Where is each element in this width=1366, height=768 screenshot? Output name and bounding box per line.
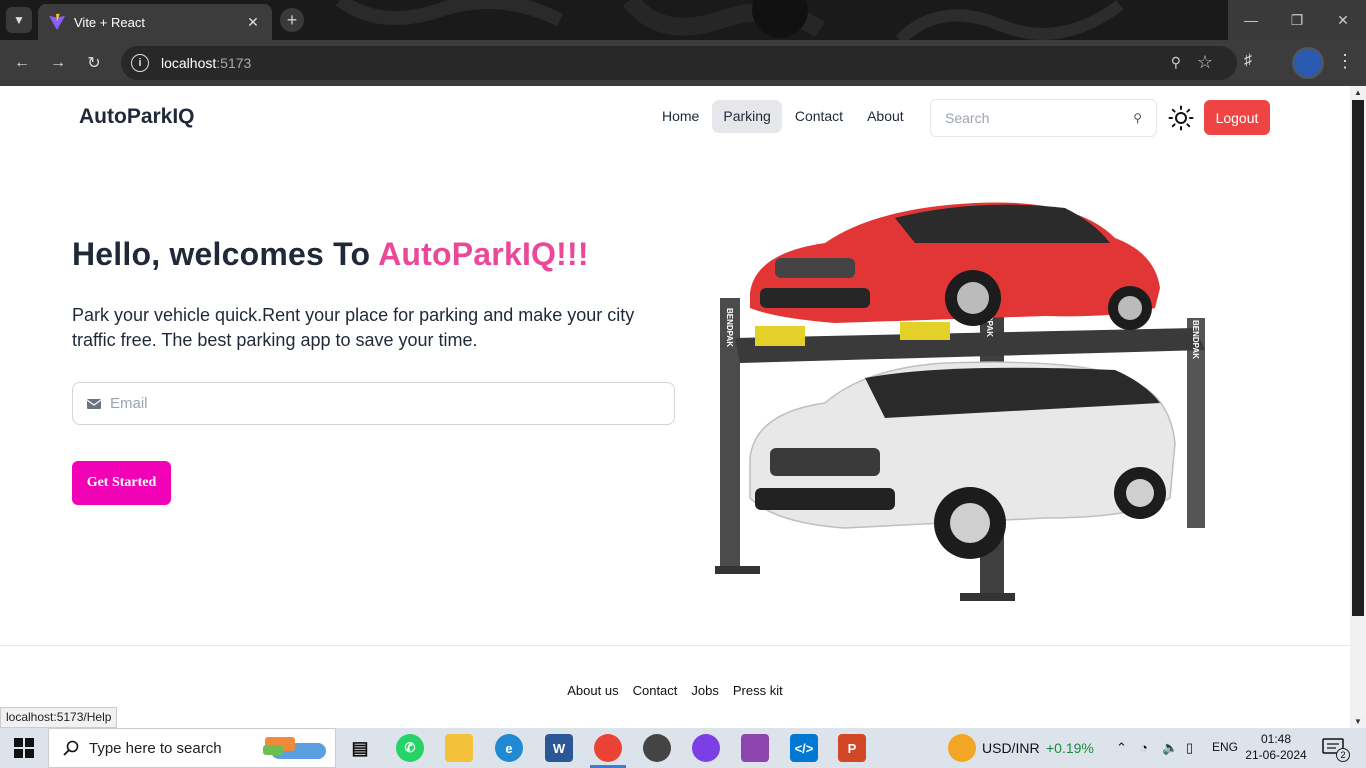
reload-button[interactable]: ↻ [82,51,106,75]
browser-tab[interactable]: Vite + React ✕ [38,4,272,40]
address-bar[interactable]: i localhost:5173 ⚲ ☆ [121,46,1237,80]
bookmark-star-icon[interactable]: ☆ [1197,52,1213,73]
forward-button[interactable]: → [46,51,70,75]
wifi-icon[interactable]: ◔ [1140,740,1148,755]
search-icon [63,740,79,756]
vscode-icon[interactable]: </> [790,734,818,762]
taskbar-search-placeholder: Type here to search [89,739,222,757]
theme-toggle-sun-icon[interactable] [1168,105,1194,131]
windows-start-icon[interactable] [14,738,34,758]
battery-icon[interactable]: ▯ [1186,740,1193,756]
email-field-wrapper [72,382,675,425]
system-clock[interactable]: 01:48 21-06-2024 [1244,731,1308,763]
task-view-icon[interactable]: ▤ [346,734,374,762]
web-page: AutoParkIQ Home Parking Contact About ⚲ … [0,86,1350,728]
whatsapp-icon[interactable]: ✆ [396,734,424,762]
footer-links: About us Contact Jobs Press kit [0,683,1350,698]
search-input[interactable] [945,110,1134,126]
scrollbar-thumb[interactable] [1352,100,1364,616]
word-icon[interactable]: W [545,734,573,762]
footer-contact[interactable]: Contact [633,683,678,698]
audacity-icon[interactable] [692,734,720,762]
back-button[interactable]: ← [10,51,34,75]
search-icon[interactable]: ⚲ [1133,111,1142,125]
clipchamp-icon[interactable] [741,734,769,762]
profile-avatar[interactable] [1292,47,1324,79]
powerpoint-icon[interactable]: P [838,734,866,762]
ticker-change: +0.19% [1046,740,1094,756]
close-tab-icon[interactable]: ✕ [244,14,262,31]
restore-button[interactable]: ❐ [1274,0,1320,40]
main-nav: Home Parking Contact About [651,100,915,133]
clock-date: 21-06-2024 [1245,748,1307,762]
volume-icon[interactable]: 🔈 [1162,740,1178,756]
hero-title-prefix: Hello, welcomes To [72,236,371,272]
footer-press-kit[interactable]: Press kit [733,683,783,698]
hero-title-accent: AutoParkIQ!!! [378,236,589,272]
footer-about-us[interactable]: About us [567,683,618,698]
stock-ticker-icon [948,734,976,762]
get-started-button[interactable]: Get Started [72,461,171,505]
zoom-icon[interactable]: ⚲ [1171,54,1181,71]
search-box: ⚲ [930,99,1157,137]
browser-toolbar: ← → ↻ i localhost:5173 ⚲ ☆ ♯ ⋮ [0,40,1366,86]
clock-time: 01:48 [1260,732,1292,746]
site-info-icon[interactable]: i [131,54,149,72]
url-port: :5173 [216,55,252,71]
brand-logo[interactable]: AutoParkIQ [79,105,195,129]
chevron-up-icon[interactable]: ⌃ [1116,740,1127,756]
taskbar-search[interactable]: Type here to search [48,728,336,768]
link-status-tooltip: localhost:5173/Help [0,707,118,728]
tab-title: Vite + React [74,14,145,30]
envelope-icon [87,398,101,409]
new-tab-button[interactable]: + [280,8,304,32]
lift-brand-right: BENDPAK [1191,320,1200,359]
page-scrollbar[interactable]: ▲ ▼ [1350,86,1366,728]
close-window-button[interactable]: ✕ [1320,0,1366,40]
vite-icon [48,13,66,31]
nav-parking[interactable]: Parking [712,100,782,133]
hero-title: Hello, welcomes To AutoParkIQ!!! [72,236,589,273]
email-field[interactable] [110,395,674,412]
footer-divider [0,645,1350,646]
footer-jobs[interactable]: Jobs [691,683,718,698]
menu-kebab-icon[interactable]: ⋮ [1336,51,1354,72]
edge-icon[interactable]: e [495,734,523,762]
nav-contact[interactable]: Contact [784,100,854,133]
scroll-down-icon[interactable]: ▼ [1354,717,1362,726]
extensions-icon[interactable]: ♯ [1244,52,1252,70]
notification-center-button[interactable]: 2 [1322,738,1350,762]
browser-tab-bar: ▼ Vite + React ✕ + — ❐ ✕ [0,0,1366,40]
ticker-label[interactable]: USD/INR [982,740,1040,756]
media-player-icon[interactable] [643,734,671,762]
logout-button[interactable]: Logout [1204,100,1270,135]
parking-lift-illustration: BENDPAK BENDPAK BENDPAK [715,202,1205,601]
nav-home[interactable]: Home [651,100,710,133]
minimize-button[interactable]: — [1228,0,1274,40]
theme-background-art [335,0,1124,40]
hero-description: Park your vehicle quick.Rent your place … [72,305,635,350]
windows-taskbar: Type here to search ▤ ✆ e W </> P USD/IN… [0,728,1366,768]
url-host: localhost [161,55,217,71]
file-explorer-icon[interactable] [445,734,473,762]
scroll-up-icon[interactable]: ▲ [1354,88,1362,97]
language-indicator[interactable]: ENG [1212,740,1238,754]
nav-about[interactable]: About [856,100,915,133]
notification-count-badge: 2 [1336,748,1350,762]
tab-search-button[interactable]: ▼ [6,7,32,33]
chrome-icon[interactable] [594,734,622,762]
lift-brand-left: BENDPAK [725,308,734,347]
search-highlight-art [263,737,326,759]
